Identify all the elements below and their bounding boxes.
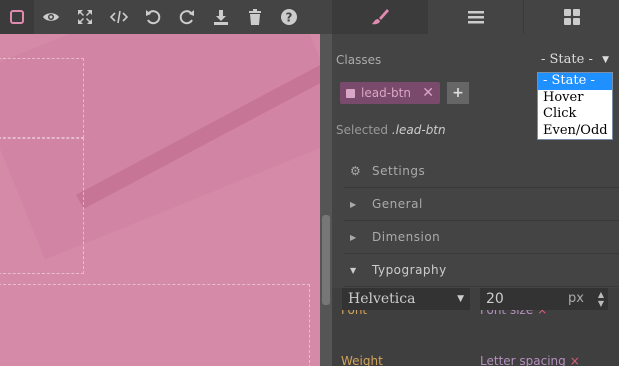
help-button[interactable]: ? bbox=[272, 0, 306, 34]
add-class-button[interactable]: + bbox=[447, 82, 469, 104]
caret-right-icon: ▶ bbox=[350, 232, 357, 242]
classes-label: Classes bbox=[336, 53, 382, 67]
selected-indicator: Selected .lead-btn bbox=[336, 123, 446, 137]
selected-prefix: Selected bbox=[336, 123, 389, 137]
state-option[interactable]: Even/Odd bbox=[538, 123, 612, 140]
code-icon bbox=[110, 10, 128, 24]
sw-visibility-icon bbox=[10, 10, 24, 24]
sector-settings-label: Settings bbox=[372, 164, 426, 178]
paint-brush-icon bbox=[371, 9, 389, 25]
class-tag[interactable]: lead-btn ✕ bbox=[340, 82, 440, 104]
close-icon[interactable]: ✕ bbox=[422, 85, 434, 101]
trash-button[interactable] bbox=[238, 0, 272, 34]
svg-text:?: ? bbox=[286, 11, 293, 25]
chevron-down-icon: ▼ bbox=[457, 294, 464, 304]
grid-icon bbox=[563, 9, 580, 25]
blocks-tab[interactable] bbox=[523, 0, 619, 34]
state-select-value: - State - bbox=[541, 52, 593, 67]
sector-dimension[interactable]: ▶ Dimension bbox=[344, 221, 619, 254]
redo-button[interactable] bbox=[170, 0, 204, 34]
class-tag-label: lead-btn bbox=[361, 86, 411, 100]
sector-general[interactable]: ▶ General bbox=[344, 188, 619, 221]
component-outline bbox=[0, 138, 84, 274]
download-icon bbox=[214, 10, 228, 25]
bars-icon bbox=[467, 11, 484, 24]
letter-spacing-label: Letter spacing × bbox=[480, 354, 580, 366]
undo-icon bbox=[146, 10, 161, 25]
sector-typography[interactable]: ▼ Typography bbox=[344, 254, 619, 287]
redo-icon bbox=[179, 10, 194, 25]
preview-icon bbox=[43, 13, 59, 21]
chevron-down-icon: ▼ bbox=[602, 55, 609, 65]
layer-manager-tab[interactable] bbox=[427, 0, 523, 34]
font-family-select[interactable]: Helvetica ▼ bbox=[342, 288, 470, 310]
gear-icon: ⚙ bbox=[350, 164, 362, 178]
font-size-unit[interactable]: px bbox=[568, 288, 584, 310]
component-outline bbox=[0, 58, 84, 138]
checkbox-icon[interactable] bbox=[346, 88, 355, 98]
sector-settings[interactable]: ⚙ Settings bbox=[344, 155, 619, 188]
trash-icon bbox=[249, 9, 261, 25]
state-select[interactable]: - State - ▼ bbox=[537, 50, 613, 70]
caret-right-icon: ▶ bbox=[350, 199, 357, 209]
editor-toolbar: ? bbox=[0, 0, 332, 34]
help-icon: ? bbox=[281, 9, 297, 25]
font-size-value: 20 bbox=[486, 291, 504, 307]
code-button[interactable] bbox=[102, 0, 136, 34]
editor-canvas[interactable] bbox=[0, 34, 320, 366]
canvas-scrollbar-thumb[interactable] bbox=[322, 215, 330, 305]
stepper-icon[interactable]: ▲ ▼ bbox=[598, 290, 604, 308]
download-button[interactable] bbox=[204, 0, 238, 34]
sector-general-label: General bbox=[372, 197, 423, 211]
canvas-scrollbar[interactable] bbox=[320, 34, 332, 366]
font-size-input[interactable]: 20 px ▲ ▼ bbox=[480, 288, 608, 310]
preview-button[interactable] bbox=[34, 0, 68, 34]
state-dropdown[interactable]: - State - Hover Click Even/Odd bbox=[537, 72, 613, 140]
state-option[interactable]: Click bbox=[538, 106, 612, 123]
clear-icon[interactable]: × bbox=[570, 354, 580, 366]
fullscreen-icon bbox=[78, 10, 92, 24]
weight-label: Weight bbox=[341, 354, 383, 366]
state-option[interactable]: Hover bbox=[538, 90, 612, 107]
style-manager-panel: Classes - State - ▼ - State - Hover Clic… bbox=[332, 34, 619, 366]
fullscreen-button[interactable] bbox=[68, 0, 102, 34]
state-option[interactable]: - State - bbox=[538, 73, 612, 90]
style-manager-tab[interactable] bbox=[332, 0, 427, 34]
sector-dimension-label: Dimension bbox=[372, 230, 441, 244]
letter-spacing-label-text: Letter spacing bbox=[480, 354, 566, 366]
sw-visibility-button[interactable] bbox=[0, 0, 34, 34]
caret-down-icon: ▼ bbox=[350, 265, 357, 275]
selected-class: .lead-btn bbox=[391, 123, 446, 137]
font-family-value: Helvetica bbox=[348, 291, 416, 307]
undo-button[interactable] bbox=[136, 0, 170, 34]
component-outline bbox=[0, 284, 310, 366]
panel-tabs bbox=[332, 0, 619, 34]
sector-typography-label: Typography bbox=[372, 263, 447, 277]
